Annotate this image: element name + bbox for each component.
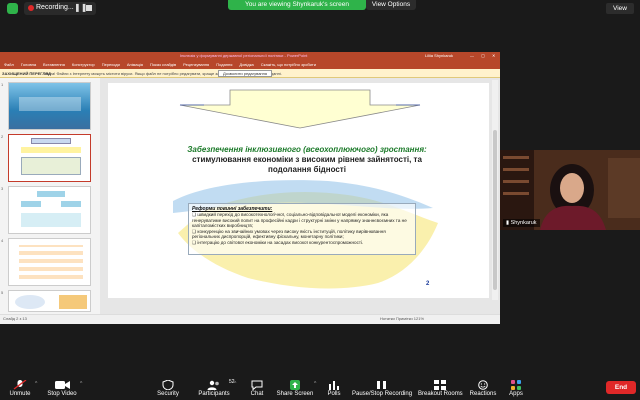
slide-page-number: 2 [426,281,430,287]
thumbnail-text-block [21,157,81,175]
share-screen-button[interactable]: Share Screen [276,380,314,398]
thumbnail-table [19,245,83,279]
scrollbar-thumb[interactable] [493,130,497,290]
thumbnail-diagram [15,295,45,309]
slide-title-rest: стимулювання економіки з високим рівнем … [192,155,422,174]
thumbnail-arrow [31,138,71,144]
thumbnail-title-block [19,97,81,111]
breakout-rooms-button[interactable]: Breakout Rooms [418,380,463,398]
zoom-controls[interactable]: Нотатки Примітки 121% [380,316,424,322]
enable-editing-button[interactable]: Дозволити редагування [218,70,272,77]
stop-icon[interactable] [86,5,92,11]
apps-button[interactable]: Apps [504,380,528,398]
slide-title: Забезпечення інклюзивного (всеохоплюючог… [172,145,442,175]
slide-thumbnail[interactable] [8,186,91,234]
thumbnail-number: 3 [1,186,4,191]
slide-graphics [173,89,438,289]
chevron-up-icon[interactable]: ^ [80,381,82,387]
participant-video[interactable] [500,150,640,230]
apps-grid-icon [511,380,521,390]
slide-thumbnail-selected[interactable] [8,134,91,182]
thumbnail-number: 5 [1,290,4,295]
chat-bubble-icon [251,380,263,390]
video-camera-icon [55,381,70,389]
pause-stop-recording-button[interactable]: Pause/Stop Recording [352,380,412,398]
ppt-user-name: Liliia Shynkaruk [425,53,454,58]
stop-video-button[interactable]: Stop Video [46,380,78,398]
polls-chart-icon [329,381,339,390]
slide-title-highlight: Забезпечення інклюзивного (всеохоплюючог… [187,145,427,154]
view-button[interactable]: View [606,3,634,14]
ribbon-tab[interactable]: Показ слайдів [150,61,176,68]
breakout-rooms-icon [434,380,446,390]
ppt-status-bar [0,314,500,324]
ribbon-tab[interactable]: Головна [21,61,36,68]
security-shield-icon [162,380,174,390]
shield-icon[interactable] [7,3,18,14]
security-button[interactable]: Security [154,380,182,398]
reforms-item: ❑ швидкий перехід до високотехнологічної… [192,212,407,228]
slide-thumbnail[interactable] [8,82,91,130]
chevron-up-icon[interactable]: ^ [35,381,37,387]
share-arrow-icon [290,380,300,390]
recording-label: Recording... [36,4,74,11]
ribbon-tab[interactable]: Подання [216,61,232,68]
thumbnail-number: 2 [1,134,4,139]
thumbnail-diagram [21,201,41,207]
mic-muted-icon: ▮ [506,220,510,226]
ribbon-tab[interactable]: Конструктор [72,61,95,68]
slide-canvas[interactable]: Забезпечення інклюзивного (всеохоплюючог… [108,83,489,298]
thumbnail-number: 4 [1,238,4,243]
participants-icon [207,380,219,390]
ppt-window-title: Інклюзія у формуванні державної регіонал… [180,53,308,58]
smiley-icon [478,380,488,390]
tell-me-search[interactable]: Скажіть, що потрібно зробити [261,61,316,68]
view-options-button[interactable]: View Options [366,0,416,10]
mic-muted-icon [13,380,27,390]
viewing-banner: You are viewing Shynkaruk's screen [228,0,366,10]
unmute-button[interactable]: Unmute [6,380,34,398]
slide-counter: Слайд 2 з 13 [3,316,27,321]
chat-button[interactable]: Chat [246,380,268,398]
reforms-text-box: Реформи повинні забезпечити: ❑ швидкий п… [188,203,416,255]
thumbnail-diagram [59,295,87,309]
thumbnail-diagram [61,201,81,207]
participant-name-label: ▮ Shynkaruk [503,219,540,227]
ribbon-tab[interactable]: Вставлення [43,61,65,68]
thumbnail-diagram [37,191,65,197]
slide-thumbnails-pane[interactable]: 1 2 3 4 5 [0,78,100,314]
slide-thumbnail[interactable] [8,290,91,312]
zoom-toolbar [0,376,640,400]
thumbnail-number: 1 [1,82,4,87]
participants-button[interactable]: Participants [196,380,232,398]
record-dot-icon [28,5,34,11]
window-controls[interactable]: — ▢ ✕ [470,53,498,59]
slide-thumbnail[interactable] [8,238,91,286]
ribbon-tabs: Файл Головна Вставлення Конструктор Пере… [4,61,316,68]
ribbon-tab[interactable]: Анімація [127,61,143,68]
video-frame [500,150,640,230]
reforms-item: ❑ інтеграцію до світової економіки на за… [192,239,364,245]
reforms-item: ❑ конкуренцію на звичайних умовах через … [192,228,386,240]
reactions-button[interactable]: Reactions [468,380,498,398]
arrow-shape [179,89,421,129]
chevron-up-icon[interactable]: ^ [234,381,236,387]
ribbon-tab[interactable]: Довідка [239,61,253,68]
pause-record-icon [377,381,386,389]
thumbnail-title-block [21,147,81,153]
end-meeting-button[interactable]: End [606,381,636,394]
ribbon-tab[interactable]: Файл [4,61,14,68]
thumbnail-diagram [21,213,81,227]
ribbon-tab[interactable]: Рецензування [183,61,209,68]
polls-button[interactable]: Polls [324,380,344,398]
ribbon-tab[interactable]: Переходи [102,61,120,68]
chevron-up-icon[interactable]: ^ [314,381,316,387]
